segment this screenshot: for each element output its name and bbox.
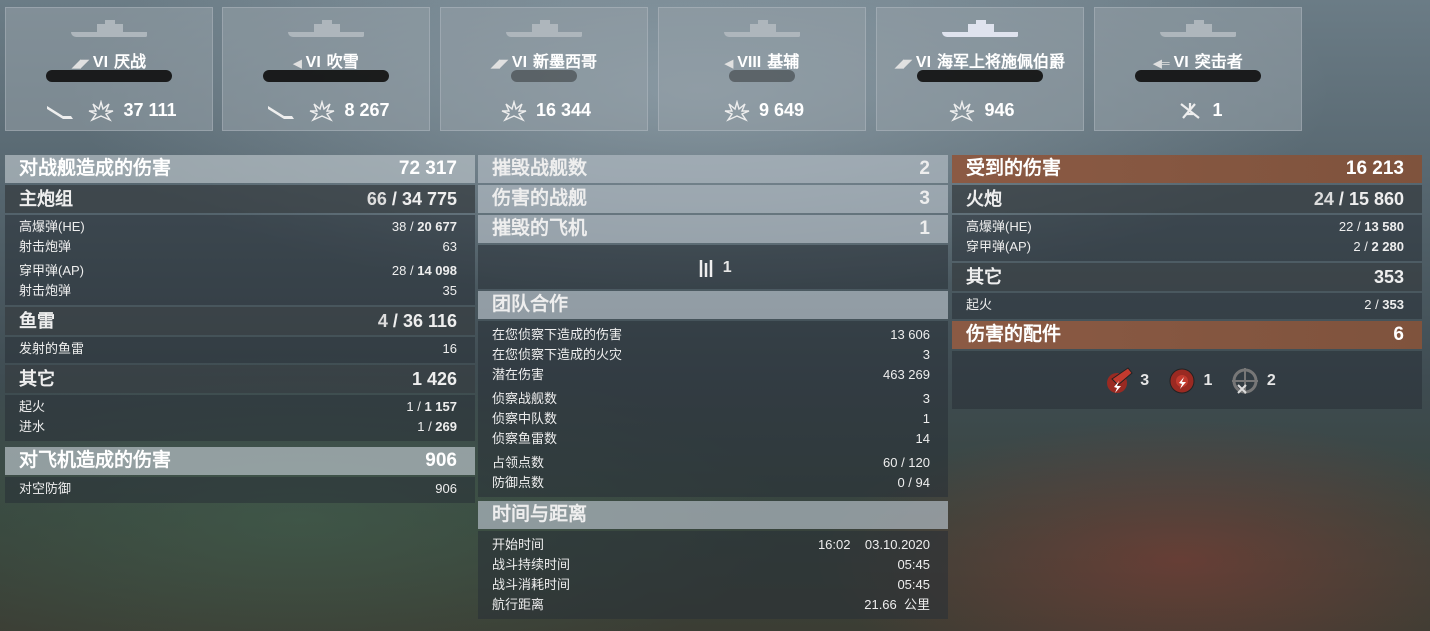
gun-damage-icon [1107, 367, 1133, 393]
ship-card-4[interactable]: ◀ VIII 基辅 9 649 [658, 7, 866, 131]
start-time-row: 开始时间 16:02 03.10.2020 [492, 537, 930, 552]
potential-damage-row: 潜在伤害 463 269 [492, 367, 930, 382]
ship-silhouette [496, 20, 592, 40]
he-shots-row: 射击炮弹 63 [19, 239, 457, 254]
artillery-row: 火炮 24 / 15 860 [952, 185, 1422, 213]
planes-destroyed-row: 摧毁的飞机 1 [478, 215, 948, 243]
battle-stats-panel: 摧毁战舰数 2 伤害的战舰 3 摧毁的飞机 1 1 团队合作 在您侦察下造成的伤害 13… [478, 155, 948, 619]
spot-ships-row: 侦察战舰数 3 [492, 391, 930, 406]
ship-card-5[interactable]: ◢◤ VI 海军上将施佩伯爵 946 [876, 7, 1084, 131]
ship-stats: 8 267 [223, 100, 429, 122]
destroyer-class-icon: ◀ [724, 58, 734, 70]
ship-title: ◢◤ VI 新墨西哥 [490, 54, 598, 71]
ship-silhouette [61, 20, 157, 40]
ship-stats: 9 649 [659, 100, 865, 122]
received-ap-row: 穿甲弹(AP) 2 / 2 280 [966, 239, 1404, 254]
modules-icons-row: 3 1 2 [952, 351, 1422, 409]
ship-card-6[interactable]: ◀═ VI 突击者 1 [1094, 7, 1302, 131]
main-battery-row: 主炮组 66 / 34 775 [5, 185, 475, 213]
player-name-redacted [511, 70, 577, 82]
player-name-redacted [917, 70, 1043, 82]
explosion-icon [501, 100, 527, 122]
received-he-row: 高爆弹(HE) 22 / 13 580 [966, 219, 1404, 234]
player-name-redacted [1135, 70, 1261, 82]
spot-squadrons-row: 侦察中队数 1 [492, 411, 930, 426]
aa-damage-header: 对飞机造成的伤害 906 [5, 447, 475, 475]
scout-fires-row: 在您侦察下造成的火灾 3 [492, 347, 930, 362]
time-distance-header: 时间与距离 [478, 501, 948, 529]
ship-card-1[interactable]: ◢◤ VI 厌战 37 111 [5, 7, 213, 131]
steering-damage-icon [1231, 368, 1258, 394]
modules-damaged-header: 伤害的配件 6 [952, 321, 1422, 349]
plane-icon [1180, 103, 1201, 120]
ship-silhouette [1150, 20, 1246, 40]
ship-stats: 1 [1095, 100, 1301, 122]
ships-destroyed-row: 摧毁战舰数 2 [478, 155, 948, 183]
capture-points-row: 占领点数 60 / 120 [492, 455, 930, 470]
player-name-redacted [46, 70, 172, 82]
carrier-class-icon: ◀═ [1153, 58, 1170, 70]
fire-row: 起火 1 / 1 157 [19, 399, 457, 414]
ship-title: ◀ VIII 基辅 [724, 54, 800, 71]
aa-row: 对空防御 906 [19, 481, 457, 496]
battle-time-row: 战斗消耗时间 05:45 [492, 577, 930, 592]
torpedo-row: 鱼雷 4 / 36 116 [5, 307, 475, 335]
destroyer-class-icon: ◀ [293, 58, 302, 70]
engine-damage-icon [1169, 368, 1195, 394]
ap-row: 穿甲弹(AP) 28 / 14 098 [19, 263, 457, 278]
cruiser-class-icon: ◢◤ [894, 58, 912, 70]
other-damage-row: 其它 1 426 [5, 365, 475, 393]
scout-damage-row: 在您侦察下造成的伤害 13 606 [492, 327, 930, 342]
ships-damaged-row: 伤害的战舰 3 [478, 185, 948, 213]
plane-kill-icon [700, 260, 713, 277]
ship-title: ◢◤ VI 海军上将施佩伯爵 [894, 54, 1066, 71]
received-fire-row: 起火 2 / 353 [966, 297, 1404, 312]
teamwork-header: 团队合作 [478, 291, 948, 319]
received-damage-header: 受到的伤害 16 213 [952, 155, 1422, 183]
torpedo-shots-row: 发射的鱼雷 16 [19, 341, 457, 356]
received-other-row: 其它 353 [952, 263, 1422, 291]
ship-silhouette [714, 20, 810, 40]
he-row: 高爆弹(HE) 38 / 20 677 [19, 219, 457, 234]
explosion-icon [724, 100, 750, 122]
player-name-redacted [729, 70, 795, 82]
ap-shots-row: 射击炮弹 35 [19, 283, 457, 298]
torpedo-hit-icon [268, 106, 295, 120]
ship-title: ◀ VI 吹雪 [293, 54, 359, 71]
battle-duration-row: 战斗持续时间 05:45 [492, 557, 930, 572]
defend-points-row: 防御点数 0 / 94 [492, 475, 930, 490]
distance-row: 航行距离 21.66 公里 [492, 597, 930, 612]
ship-stats: 946 [877, 100, 1083, 122]
battleship-class-icon: ◢◤ [71, 58, 89, 70]
ship-card-3[interactable]: ◢◤ VI 新墨西哥 16 344 [440, 7, 648, 131]
ship-title: ◀═ VI 突击者 [1153, 54, 1243, 71]
player-name-redacted [263, 70, 389, 82]
explosion-icon [950, 100, 975, 122]
damage-received-panel: 受到的伤害 16 213 火炮 24 / 15 860 高爆弹(HE) 22 / 13… [952, 155, 1422, 409]
damage-dealt-panel: 对战舰造成的伤害 72 317 主炮组 66 / 34 775 高爆弹(HE) 38 … [5, 155, 475, 503]
ship-silhouette [932, 20, 1028, 40]
flood-row: 进水 1 / 269 [19, 419, 457, 434]
ship-stats: 37 111 [6, 100, 212, 122]
battleship-class-icon: ◢◤ [490, 58, 508, 70]
ship-title: ◢◤ VI 厌战 [71, 54, 147, 71]
spot-torpedoes-row: 侦察鱼雷数 14 [492, 431, 930, 446]
ship-silhouette [278, 20, 374, 40]
ship-damage-header: 对战舰造成的伤害 72 317 [5, 155, 475, 183]
explosion-icon [310, 100, 335, 122]
ship-card-2[interactable]: ◀ VI 吹雪 8 267 [222, 7, 430, 131]
medal-area: 1 [478, 245, 948, 289]
explosion-icon [89, 100, 114, 122]
ship-stats: 16 344 [441, 100, 647, 122]
torpedo-hit-icon [47, 106, 74, 120]
